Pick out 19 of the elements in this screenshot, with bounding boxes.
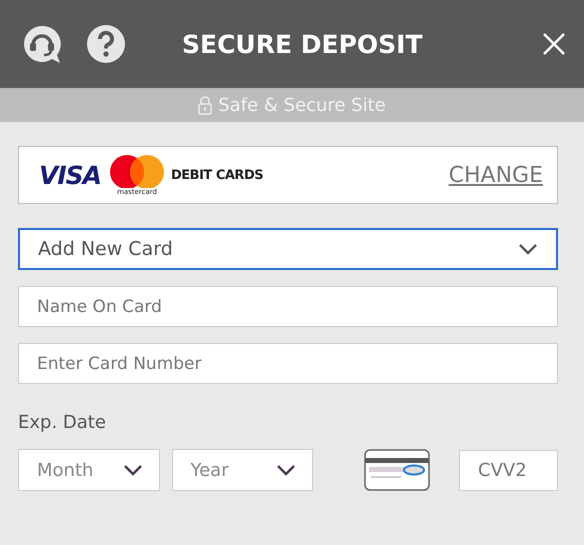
input-field[interactable]: Enter Card Number — [18, 343, 558, 384]
dropdown[interactable]: Year — [172, 449, 313, 491]
close-button[interactable] — [542, 32, 566, 56]
support-chat-icon[interactable] — [22, 24, 62, 64]
input-field[interactable]: Name On Card — [18, 286, 558, 327]
chevron-down-icon — [122, 464, 142, 476]
window-title: SECURE DEPOSIT — [181, 30, 424, 58]
expiry-label: Exp. Date — [18, 412, 107, 433]
chevron-down-icon — [276, 464, 296, 476]
visa-logo: VISA — [39, 160, 102, 190]
card-type-label: DEBIT CARDS — [171, 168, 264, 182]
card-back-icon — [364, 449, 430, 491]
change-link[interactable]: CHANGE — [448, 162, 543, 188]
card-select[interactable]: Add New Card — [18, 228, 558, 270]
help-icon[interactable] — [86, 24, 126, 64]
dropdown[interactable]: Month — [18, 449, 160, 491]
chevron-down-icon — [518, 243, 538, 255]
lock-icon — [198, 95, 212, 115]
cvv-field[interactable]: CVV2 — [459, 450, 558, 490]
